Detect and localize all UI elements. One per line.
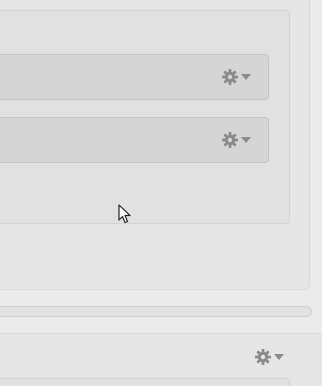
bottom-inner-panel [0, 378, 290, 386]
caret-down-icon [274, 354, 284, 360]
page [0, 0, 322, 386]
mouse-pointer-icon [118, 204, 131, 224]
bottom-panel-settings-button[interactable] [254, 348, 284, 366]
caret-down-icon [241, 137, 251, 143]
gear-icon [222, 132, 238, 148]
widget-bar-2-settings-button[interactable] [221, 131, 251, 149]
caret-down-icon [241, 74, 251, 80]
gear-icon [222, 69, 238, 85]
widget-bar-1-settings-button[interactable] [221, 68, 251, 86]
horizontal-scrollbar[interactable] [0, 306, 312, 317]
gear-icon [255, 349, 271, 365]
